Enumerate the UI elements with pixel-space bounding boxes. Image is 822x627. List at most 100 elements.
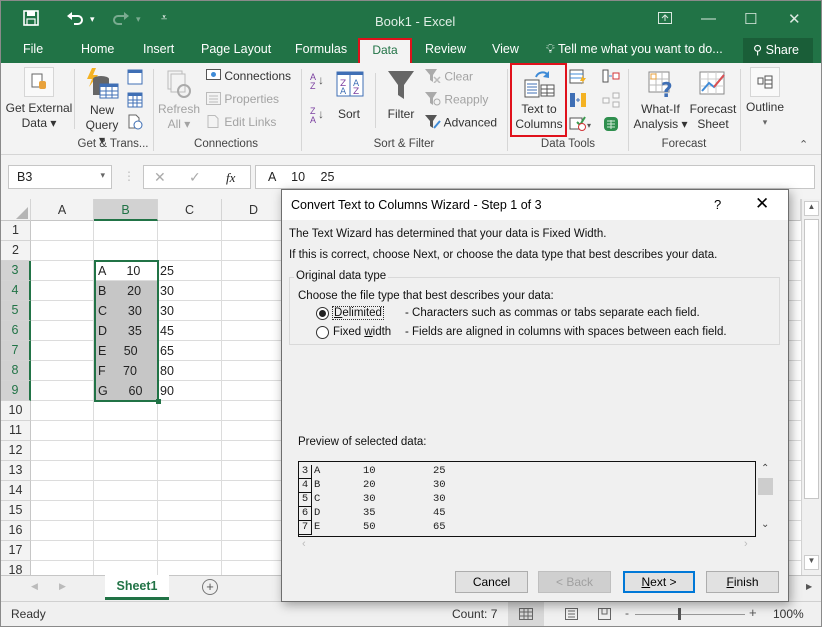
filter-button[interactable]: Filter	[383, 69, 419, 122]
outline-button[interactable]: Outline ▾	[743, 67, 787, 130]
row-header-4[interactable]: 4	[1, 281, 31, 301]
edit-links-button[interactable]: Edit Links	[206, 115, 276, 131]
undo-icon[interactable]	[66, 10, 84, 30]
radio-fixed-width-label[interactable]: Fixed width	[333, 326, 391, 338]
cancel-entry-icon[interactable]: ✕	[154, 169, 166, 186]
manage-data-model-icon[interactable]	[602, 115, 620, 136]
zoom-slider[interactable]	[635, 614, 745, 615]
save-icon[interactable]	[23, 10, 39, 30]
cell-c8[interactable]: 80	[160, 361, 174, 381]
radio-delimited[interactable]	[316, 307, 329, 320]
row-header-16[interactable]: 16	[1, 521, 31, 541]
sort-button[interactable]: ZAAZ Sort	[334, 71, 364, 122]
row-header-9[interactable]: 9	[1, 381, 31, 401]
row-header-12[interactable]: 12	[1, 441, 31, 461]
new-query-button[interactable]: New Query ▾	[81, 67, 123, 148]
tab-data[interactable]: Data	[358, 38, 412, 63]
radio-delimited-label[interactable]: Delimited	[332, 306, 384, 320]
collapse-ribbon-icon[interactable]: ⌃	[799, 138, 808, 151]
cell-c9[interactable]: 90	[160, 381, 174, 401]
zoom-out-icon[interactable]: -	[625, 606, 629, 620]
data-preview-box[interactable]: 3 A 10 25 4 B 20 30 5 C 30 30 6 D 35 45 7 E 50 65	[298, 461, 756, 537]
undo-dropdown-icon[interactable]: ▾	[90, 14, 95, 25]
row-header-11[interactable]: 11	[1, 421, 31, 441]
add-sheet-icon[interactable]: +	[202, 579, 218, 595]
preview-scroll-thumb[interactable]	[758, 478, 773, 495]
text-to-columns-button[interactable]: Text to Columns	[512, 69, 566, 132]
cell-c4[interactable]: 30	[160, 281, 174, 301]
consolidate-icon[interactable]	[602, 69, 620, 86]
row-header-3[interactable]: 3	[1, 261, 31, 281]
forecast-sheet-button[interactable]: Forecast Sheet	[689, 69, 737, 132]
column-header-d[interactable]: D	[222, 199, 286, 221]
cell-c6[interactable]: 45	[160, 321, 174, 341]
row-header-1[interactable]: 1	[1, 221, 31, 241]
name-box-dropdown-icon[interactable]: ▾	[100, 170, 105, 181]
recent-sources-icon[interactable]	[127, 114, 143, 133]
tab-formulas[interactable]: Formulas	[295, 42, 347, 56]
tab-insert[interactable]: Insert	[143, 42, 174, 56]
minimize-icon[interactable]: —	[701, 10, 716, 27]
fill-handle[interactable]	[156, 399, 161, 404]
sort-descending-button[interactable]: Z A ↓	[310, 107, 324, 125]
row-header-15[interactable]: 15	[1, 501, 31, 521]
cell-c7[interactable]: 65	[160, 341, 174, 361]
flash-fill-icon[interactable]	[569, 69, 587, 88]
cell-c5[interactable]: 30	[160, 301, 174, 321]
finish-button[interactable]: Finish	[706, 571, 779, 593]
from-table-icon[interactable]	[127, 92, 143, 111]
show-queries-icon[interactable]	[127, 69, 143, 88]
row-header-6[interactable]: 6	[1, 321, 31, 341]
scroll-up-icon[interactable]: ▲	[804, 201, 819, 216]
scroll-right-icon[interactable]: ▶	[806, 582, 812, 591]
remove-duplicates-icon[interactable]	[569, 92, 587, 111]
row-header-17[interactable]: 17	[1, 541, 31, 561]
row-header-10[interactable]: 10	[1, 401, 31, 421]
cancel-button[interactable]: Cancel	[455, 571, 528, 593]
sort-ascending-button[interactable]: A Z ↓	[310, 73, 324, 91]
preview-scroll-left-icon[interactable]: ‹	[302, 538, 306, 550]
row-header-7[interactable]: 7	[1, 341, 31, 361]
vertical-scrollbar[interactable]: ▲ ▼	[801, 199, 821, 575]
clear-filter-button[interactable]: Clear	[425, 69, 473, 86]
zoom-slider-thumb[interactable]	[678, 608, 681, 620]
share-button[interactable]: ⚲ Share	[743, 38, 813, 63]
column-header-c[interactable]: C	[158, 199, 222, 221]
normal-view-button[interactable]	[508, 602, 544, 626]
zoom-level[interactable]: 100%	[773, 607, 804, 621]
column-header-a[interactable]: A	[31, 199, 94, 221]
relationships-icon[interactable]	[602, 92, 620, 111]
tab-home[interactable]: Home	[81, 42, 114, 56]
preview-scroll-down-icon[interactable]: ⌄	[761, 519, 769, 530]
tell-me-search[interactable]: 💡︎ Tell me what you want to do...	[546, 42, 723, 57]
reapply-button[interactable]: Reapply	[425, 92, 488, 109]
prev-sheet-icon[interactable]: ◀	[31, 581, 38, 592]
close-icon[interactable]: ✕	[788, 10, 801, 28]
help-icon[interactable]: ?	[714, 197, 721, 212]
scroll-down-icon[interactable]: ▼	[804, 555, 819, 570]
preview-vertical-scrollbar[interactable]: ⌃ ⌄	[758, 461, 774, 537]
sheet-tab-sheet1[interactable]: Sheet1	[105, 575, 169, 600]
ribbon-display-options-icon[interactable]	[658, 12, 672, 27]
next-sheet-icon[interactable]: ▶	[59, 581, 66, 592]
refresh-all-button[interactable]: Refresh All ▾	[156, 69, 202, 132]
dialog-close-icon[interactable]: ✕	[755, 194, 769, 214]
tab-file[interactable]: File	[23, 42, 43, 56]
formula-input[interactable]: A 10 25	[255, 165, 815, 189]
tab-view[interactable]: View	[492, 42, 519, 56]
column-header-b[interactable]: B	[94, 199, 158, 221]
select-all-button[interactable]	[1, 199, 31, 221]
maximize-icon[interactable]: ☐	[744, 10, 757, 28]
row-header-8[interactable]: 8	[1, 361, 31, 381]
row-header-14[interactable]: 14	[1, 481, 31, 501]
name-box[interactable]: B3 ▾	[8, 165, 112, 189]
data-validation-icon[interactable]: ▾	[569, 115, 593, 134]
cell-c3[interactable]: 25	[160, 261, 174, 281]
next-button[interactable]: Next >	[623, 571, 695, 593]
preview-scroll-right-icon[interactable]: ›	[744, 538, 748, 550]
row-header-18[interactable]: 18	[1, 561, 31, 575]
advanced-filter-button[interactable]: Advanced	[425, 115, 497, 132]
get-external-data-button[interactable]: Get External Data ▾	[5, 67, 73, 131]
row-header-13[interactable]: 13	[1, 461, 31, 481]
what-if-analysis-button[interactable]: ? What-If Analysis ▾	[633, 69, 688, 132]
